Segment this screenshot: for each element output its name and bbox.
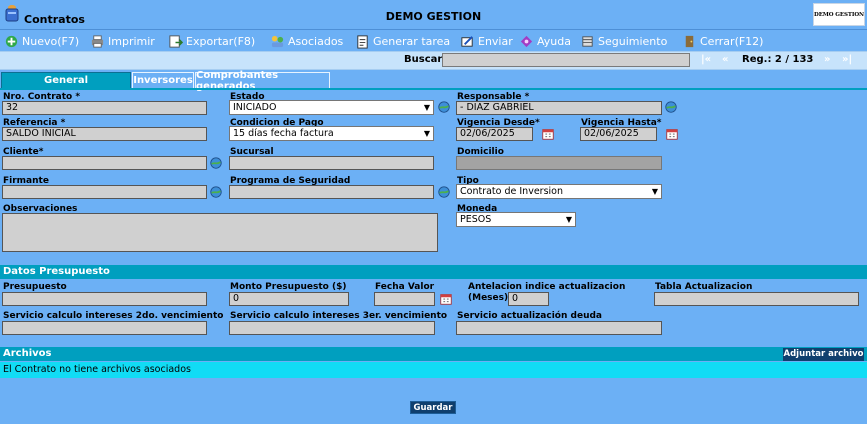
tab-comprobantes-generados[interactable]: Comprobantes generados bbox=[195, 70, 330, 92]
referencia-field[interactable]: SALDO INICIAL bbox=[2, 127, 207, 141]
last-record-button[interactable]: »| bbox=[842, 54, 852, 65]
close-icon bbox=[685, 35, 694, 47]
chevron-down-icon: ▼ bbox=[423, 129, 430, 138]
print-button[interactable]: Imprimir bbox=[90, 33, 155, 49]
tracking-button[interactable]: Seguimiento bbox=[580, 33, 667, 49]
archivos-header: Archivos bbox=[0, 347, 867, 361]
firmante-globe-icon[interactable] bbox=[209, 185, 223, 199]
monto-presupuesto-label: Monto Presupuesto ($) bbox=[230, 282, 347, 292]
calendar-icon[interactable] bbox=[541, 127, 555, 141]
servicio-3er-field[interactable] bbox=[229, 321, 435, 335]
programa-seguridad-field[interactable] bbox=[229, 185, 434, 199]
tabs-underline bbox=[0, 88, 867, 90]
responsable-globe-icon[interactable] bbox=[664, 100, 678, 114]
calendar-icon[interactable] bbox=[665, 127, 679, 141]
printer-icon bbox=[91, 34, 104, 48]
tabla-actualizacion-label: Tabla Actualizacion bbox=[655, 282, 753, 292]
tab-general[interactable]: General bbox=[1, 72, 131, 89]
files-empty-message: El Contrato no tiene archivos asociados bbox=[0, 362, 867, 378]
fecha-valor-label: Fecha Valor bbox=[375, 282, 435, 292]
company-logo: DEMO GESTION bbox=[813, 3, 865, 26]
send-icon bbox=[461, 35, 473, 47]
next-record-button[interactable]: » bbox=[824, 54, 830, 65]
chevron-down-icon: ▼ bbox=[423, 103, 430, 112]
attach-file-button[interactable]: Adjuntar archivo bbox=[783, 348, 864, 361]
chevron-down-icon: ▼ bbox=[651, 187, 658, 196]
help-button[interactable]: Ayuda bbox=[519, 33, 571, 49]
cliente-globe-icon[interactable] bbox=[209, 156, 223, 170]
sucursal-field[interactable] bbox=[229, 156, 434, 170]
firmante-field[interactable] bbox=[2, 185, 207, 199]
nro-contrato-field[interactable]: 32 bbox=[2, 101, 207, 115]
fecha-valor-field[interactable] bbox=[374, 292, 435, 306]
antelacion-label: Antelacion indice actualizacion bbox=[468, 282, 626, 292]
record-counter: Reg.: 2 / 133 bbox=[742, 54, 814, 65]
tracking-icon bbox=[582, 35, 593, 47]
vigencia-hasta-field[interactable]: 02/06/2025 bbox=[580, 127, 657, 141]
vigencia-desde-field[interactable]: 02/06/2025 bbox=[456, 127, 533, 141]
domicilio-field bbox=[456, 156, 662, 170]
datos-presupuesto-header: Datos Presupuesto bbox=[0, 265, 867, 279]
tipo-select[interactable]: Contrato de Inversion ▼ bbox=[456, 184, 662, 199]
antelacion-meses-label: (Meses) bbox=[468, 293, 509, 303]
moneda-select[interactable]: PESOS ▼ bbox=[456, 212, 576, 227]
estado-globe-icon[interactable] bbox=[437, 100, 451, 114]
antelacion-field[interactable]: 0 bbox=[508, 292, 549, 306]
monto-presupuesto-field[interactable]: 0 bbox=[229, 292, 349, 306]
calendar-icon[interactable] bbox=[439, 292, 453, 306]
new-button[interactable]: Nuevo(F7) bbox=[4, 33, 79, 49]
close-button[interactable]: Cerrar(F12) bbox=[682, 33, 763, 49]
new-icon bbox=[5, 35, 18, 47]
chevron-down-icon: ▼ bbox=[565, 215, 572, 224]
task-icon bbox=[357, 34, 368, 49]
associates-button[interactable]: Asociados bbox=[270, 33, 343, 49]
estado-select[interactable]: INICIADO ▼ bbox=[229, 100, 434, 115]
tabla-actualizacion-field[interactable] bbox=[654, 292, 859, 306]
search-input[interactable] bbox=[442, 53, 690, 67]
servicio-2do-label: Servicio calculo intereses 2do. vencimie… bbox=[3, 311, 224, 321]
programa-globe-icon[interactable] bbox=[437, 185, 451, 199]
servicio-3er-label: Servicio calculo intereses 3er. vencimie… bbox=[230, 311, 448, 321]
responsable-field[interactable]: - DIAZ GABRIEL bbox=[456, 101, 662, 115]
company-name: DEMO GESTION bbox=[385, 10, 482, 23]
help-icon bbox=[520, 35, 533, 47]
first-record-button[interactable]: |« bbox=[701, 54, 711, 65]
presupuesto-label: Presupuesto bbox=[3, 282, 67, 292]
toolbar: Nuevo(F7) Imprimir Exportar(F8) Asociado… bbox=[0, 30, 867, 50]
observaciones-textarea[interactable] bbox=[2, 213, 438, 252]
export-button[interactable]: Exportar(F8) bbox=[168, 33, 255, 49]
servicio-deuda-label: Servicio actualización deuda bbox=[457, 311, 602, 321]
export-icon bbox=[169, 34, 183, 48]
condicion-pago-select[interactable]: 15 días fecha factura ▼ bbox=[229, 126, 434, 141]
servicio-2do-field[interactable] bbox=[2, 321, 207, 335]
associates-icon bbox=[271, 35, 284, 47]
send-button[interactable]: Enviar bbox=[460, 33, 513, 49]
save-button[interactable]: Guardar bbox=[410, 401, 456, 414]
previous-record-button[interactable]: « bbox=[722, 54, 728, 65]
presupuesto-field[interactable] bbox=[2, 292, 207, 306]
generate-task-button[interactable]: Generar tarea bbox=[355, 33, 450, 49]
search-label: Buscar bbox=[404, 54, 443, 65]
cliente-field[interactable] bbox=[2, 156, 207, 170]
servicio-deuda-field[interactable] bbox=[456, 321, 662, 335]
tab-inversores[interactable]: Inversores bbox=[132, 72, 194, 89]
